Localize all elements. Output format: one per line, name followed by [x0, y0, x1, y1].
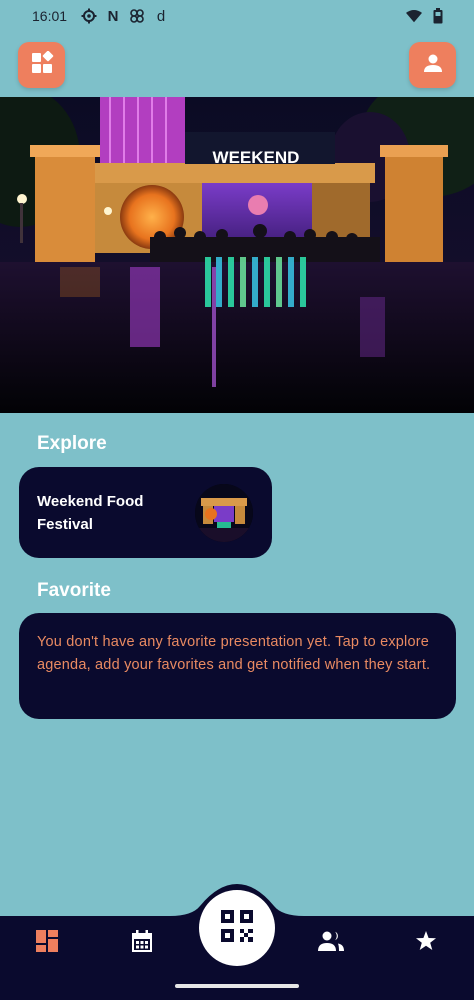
- explore-heading: Explore: [37, 433, 107, 454]
- qr-scan-button[interactable]: [199, 890, 275, 966]
- nav-people[interactable]: [318, 930, 344, 956]
- netflix-n-icon: N: [107, 7, 119, 25]
- status-time: 16:01: [32, 8, 68, 24]
- wifi-icon: [406, 8, 422, 24]
- pinwheel-icon: [129, 8, 145, 24]
- event-card-title: Weekend Food Festival: [37, 492, 144, 533]
- status-bar: 16:01 N d: [0, 0, 474, 32]
- favorite-empty-card[interactable]: You don't have any favorite presentation…: [19, 613, 456, 719]
- svg-text:WEEKEND: WEEKEND: [213, 148, 300, 167]
- nav-agenda[interactable]: [129, 929, 155, 958]
- dashboard-shapes-icon: [30, 50, 54, 80]
- d-letter-icon: d: [156, 7, 166, 25]
- favorite-empty-message: You don't have any favorite presentation…: [37, 634, 431, 673]
- settings-cog-icon: [81, 8, 97, 24]
- home-indicator[interactable]: [175, 984, 299, 988]
- user-profile-icon: [422, 52, 444, 79]
- people-icon: [317, 930, 345, 957]
- calendar-icon: [130, 929, 154, 958]
- nav-favorites[interactable]: [413, 930, 439, 956]
- nav-dashboard[interactable]: [34, 929, 60, 958]
- event-thumbnail: [195, 484, 253, 542]
- profile-button[interactable]: [409, 42, 456, 88]
- explore-event-card[interactable]: Weekend Food Festival: [19, 467, 272, 558]
- star-icon: [415, 930, 437, 957]
- qr-code-icon: [219, 908, 255, 949]
- battery-icon: [430, 8, 446, 24]
- dashboard-icon: [35, 929, 59, 958]
- hero-image: WEEKEND: [0, 97, 474, 413]
- favorite-heading: Favorite: [37, 580, 111, 601]
- dashboard-menu-button[interactable]: [18, 42, 65, 88]
